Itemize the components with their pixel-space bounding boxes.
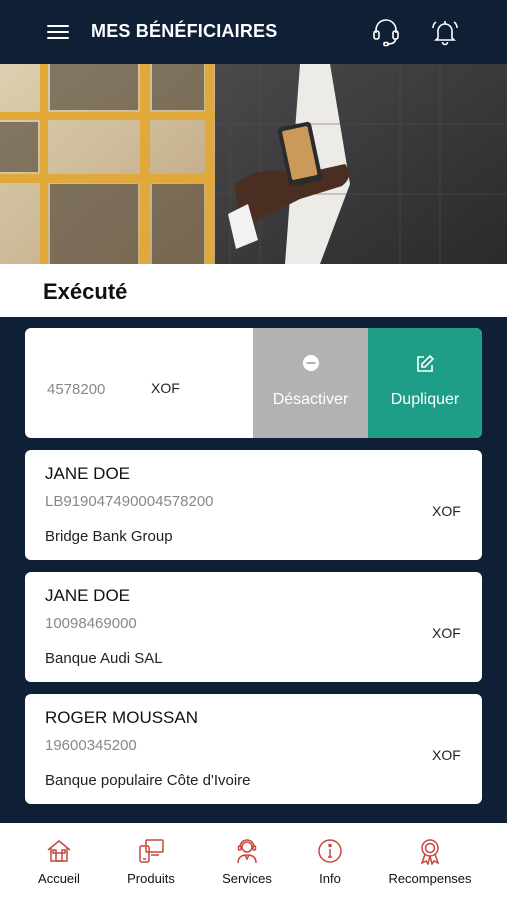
currency-label: XOF [432, 747, 461, 763]
edit-icon [417, 354, 435, 372]
nav-item-accueil[interactable]: Accueil [18, 823, 100, 900]
beneficiary-card[interactable]: JANE DOE 10098469000 Banque Audi SAL XOF [25, 572, 482, 682]
beneficiary-card-swiped[interactable]: 4578200 XOF Désactiver Dupliquer [25, 328, 482, 438]
minus-circle-icon [302, 355, 319, 371]
hero-banner-image [0, 64, 507, 264]
deactivate-button[interactable]: Désactiver [253, 328, 368, 438]
beneficiary-card[interactable]: ROGER MOUSSAN 19600345200 Banque populai… [25, 694, 482, 804]
bank-name: Bridge Bank Group [45, 528, 173, 545]
home-icon [47, 840, 71, 862]
duplicate-button[interactable]: Dupliquer [368, 328, 482, 438]
nav-label: Recompenses [388, 871, 472, 886]
account-number: 10098469000 [45, 615, 137, 632]
status-title: Exécuté [43, 279, 128, 304]
nav-item-services[interactable]: Services [206, 823, 288, 900]
nav-label: Accueil [38, 871, 80, 886]
currency-label: XOF [151, 380, 180, 396]
hamburger-menu-icon[interactable] [47, 25, 69, 39]
nav-label: Produits [127, 871, 175, 886]
headset-icon[interactable] [370, 16, 402, 48]
account-number: 19600345200 [45, 737, 137, 754]
info-icon [318, 839, 342, 863]
currency-label: XOF [432, 503, 461, 519]
award-icon [420, 839, 440, 865]
deactivate-label: Désactiver [272, 391, 349, 408]
account-number: 4578200 [47, 381, 106, 398]
beneficiary-name: JANE DOE [45, 464, 131, 483]
devices-icon [139, 839, 164, 863]
page-title: MES BÉNÉFICIAIRES [91, 21, 278, 41]
nav-item-recompenses[interactable]: Recompenses [380, 823, 480, 900]
bank-name: Banque Audi SAL [45, 650, 163, 667]
bottom-navigation: Accueil Produits Services Info Recompens… [0, 823, 507, 900]
nav-label: Info [319, 871, 341, 886]
duplicate-label: Dupliquer [390, 391, 460, 408]
app-header: MES BÉNÉFICIAIRES [0, 0, 507, 64]
nav-label: Services [222, 871, 272, 886]
currency-label: XOF [432, 625, 461, 641]
beneficiary-name: JANE DOE [45, 586, 131, 605]
agent-icon [237, 839, 257, 864]
bank-name: Banque populaire Côte d'Ivoire [45, 772, 251, 789]
status-section: Exécuté [0, 264, 507, 317]
beneficiary-name: ROGER MOUSSAN [45, 708, 199, 727]
nav-item-info[interactable]: Info [298, 823, 362, 900]
bell-icon[interactable] [428, 16, 462, 48]
account-number: LB919047490004578200 [45, 493, 214, 510]
nav-item-produits[interactable]: Produits [110, 823, 192, 900]
beneficiary-card[interactable]: JANE DOE LB919047490004578200 Bridge Ban… [25, 450, 482, 560]
